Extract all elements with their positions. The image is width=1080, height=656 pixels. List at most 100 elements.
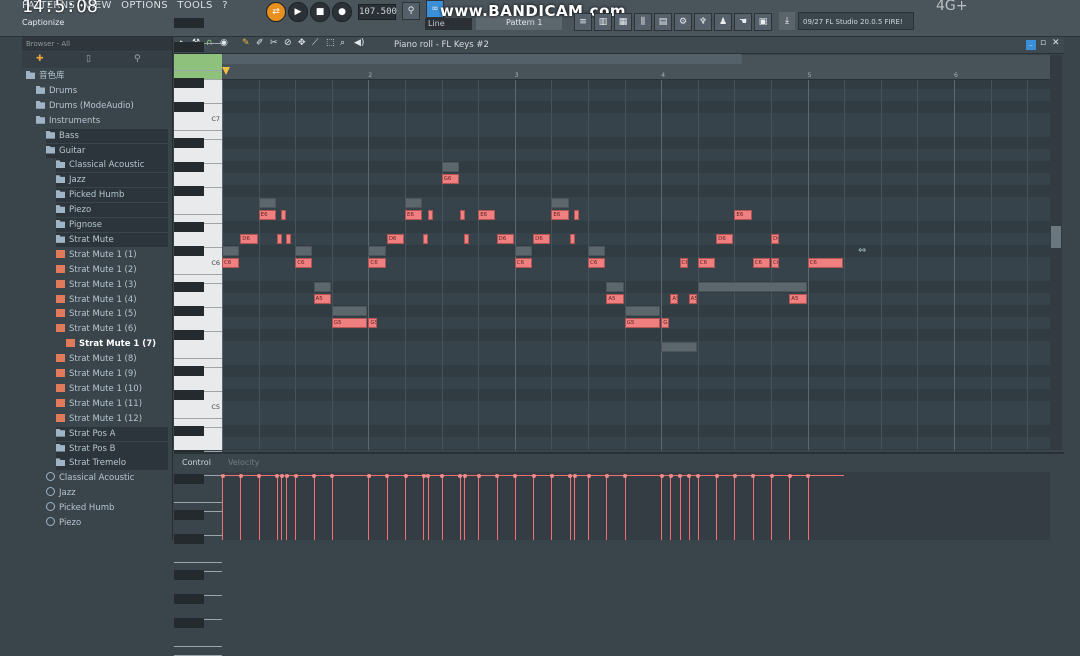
playlist-button[interactable]: ≡ xyxy=(574,13,592,31)
white-key[interactable] xyxy=(174,341,222,359)
black-key[interactable] xyxy=(174,618,204,628)
velocity-handle[interactable] xyxy=(312,474,316,478)
velocity-handle[interactable] xyxy=(787,474,792,478)
clipboard-button[interactable]: ▣ xyxy=(754,13,772,31)
white-key[interactable] xyxy=(174,53,222,71)
browser-preset[interactable]: Strat Mute 1 (6) xyxy=(56,322,168,336)
note[interactable]: C6 xyxy=(368,258,386,268)
velocity-handle[interactable] xyxy=(714,474,719,478)
black-key[interactable] xyxy=(174,594,204,604)
velocity-bar[interactable] xyxy=(551,476,553,540)
note[interactable] xyxy=(574,210,580,220)
note[interactable]: G5 xyxy=(661,318,670,328)
velocity-handle[interactable] xyxy=(668,474,673,478)
black-key[interactable] xyxy=(174,570,204,580)
note[interactable]: C6 xyxy=(588,258,606,268)
note[interactable]: C6 xyxy=(807,258,844,268)
file-icon[interactable]: ▯ xyxy=(86,54,91,64)
black-key[interactable] xyxy=(174,102,204,112)
velocity-bar[interactable] xyxy=(588,476,589,540)
velocity-bar[interactable] xyxy=(606,476,608,540)
note[interactable] xyxy=(459,210,465,220)
mute-tool-icon[interactable]: ⊘ xyxy=(284,38,292,48)
velocity-handle[interactable] xyxy=(293,474,298,478)
black-key[interactable] xyxy=(174,222,204,232)
brush-icon[interactable]: ✐ xyxy=(256,38,264,48)
piano-keyboard[interactable]: C7 C6 C5 xyxy=(174,18,222,656)
velocity-bar[interactable] xyxy=(624,476,626,540)
note[interactable]: D6 xyxy=(496,234,514,244)
velocity-lane[interactable] xyxy=(220,472,1050,540)
velocity-bar[interactable] xyxy=(496,476,498,540)
velocity-bar[interactable] xyxy=(533,476,535,540)
velocity-bar[interactable] xyxy=(464,476,466,540)
black-key[interactable] xyxy=(174,306,204,316)
velocity-handle[interactable] xyxy=(462,474,467,478)
browser-folder[interactable]: Strat Mute xyxy=(56,232,168,247)
velocity-handle[interactable] xyxy=(330,474,335,478)
note[interactable]: E6 xyxy=(405,210,423,220)
black-key[interactable] xyxy=(174,534,204,544)
white-key[interactable] xyxy=(174,629,222,647)
velocity-bar[interactable] xyxy=(459,476,461,540)
browser-folder[interactable]: Jazz xyxy=(56,173,168,188)
velocity-bar[interactable] xyxy=(716,476,718,540)
plugin-button[interactable]: ⚙ xyxy=(674,13,692,31)
velocity-bar[interactable] xyxy=(441,476,443,540)
velocity-bar[interactable] xyxy=(574,476,576,540)
velocity-bar[interactable] xyxy=(295,476,297,540)
velocity-bar[interactable] xyxy=(734,476,736,540)
slip-tool-icon[interactable]: ✥ xyxy=(298,38,306,48)
velocity-handle[interactable] xyxy=(732,474,737,478)
browser-preset[interactable]: Strat Mute 1 (9) xyxy=(56,367,168,381)
white-key[interactable] xyxy=(174,485,222,503)
stop-button[interactable]: ■ xyxy=(310,2,330,22)
note[interactable]: D6 xyxy=(533,234,551,244)
slice-tool-icon[interactable]: ⟋ xyxy=(312,38,318,48)
velocity-handle[interactable] xyxy=(751,474,756,478)
note[interactable]: G5 xyxy=(624,318,661,328)
vertical-scrollbar[interactable] xyxy=(1050,55,1062,450)
control-label[interactable]: Control xyxy=(182,458,211,467)
note[interactable]: A5 xyxy=(313,294,331,304)
note[interactable]: G5 xyxy=(331,318,368,328)
browser-preset[interactable]: Strat Mute 1 (5) xyxy=(56,307,168,321)
black-key[interactable] xyxy=(174,138,204,148)
velocity-bar[interactable] xyxy=(670,476,672,540)
velocity-handle[interactable] xyxy=(659,474,664,478)
tempo-display[interactable]: 107.500 xyxy=(358,4,397,20)
browser-folder[interactable]: Drums (ModeAudio) xyxy=(36,99,168,113)
browser-folder[interactable]: Bass xyxy=(46,128,168,143)
minimize-icon[interactable]: – xyxy=(1026,40,1036,50)
browser-preset[interactable]: Strat Mute 1 (2) xyxy=(56,263,168,277)
browser-folder[interactable]: Strat Pos A xyxy=(56,426,168,441)
velocity-bar[interactable] xyxy=(789,476,791,540)
velocity-bar[interactable] xyxy=(368,476,370,540)
menu-tools[interactable]: TOOLS xyxy=(177,0,212,11)
note[interactable]: G5 xyxy=(368,318,377,328)
note[interactable]: A5 xyxy=(789,294,807,304)
velocity-bar[interactable] xyxy=(276,476,278,540)
pencil-icon[interactable]: ✎ xyxy=(242,38,250,48)
note[interactable]: C6 xyxy=(771,258,780,268)
velocity-bar[interactable] xyxy=(807,476,809,540)
browser-folder[interactable]: Instruments xyxy=(36,114,168,128)
menu-help[interactable]: ? xyxy=(222,0,228,11)
browser-plugin[interactable]: Classical Acoustic xyxy=(46,471,168,485)
browser-folder[interactable]: Pignose xyxy=(56,218,168,232)
play-button[interactable]: ▶ xyxy=(288,2,308,22)
channel-rack-button[interactable]: ▦ xyxy=(614,13,632,31)
velocity-handle[interactable] xyxy=(421,474,426,478)
vertical-scroll-thumb[interactable] xyxy=(1051,226,1061,248)
record-button[interactable]: ● xyxy=(332,2,352,22)
note[interactable] xyxy=(427,210,433,220)
black-key[interactable] xyxy=(174,390,204,400)
browser-preset[interactable]: Strat Mute 1 (8) xyxy=(56,352,168,366)
velocity-handle[interactable] xyxy=(275,474,280,478)
black-key[interactable] xyxy=(174,18,204,28)
browser-preset[interactable]: Strat Mute 1 (4) xyxy=(56,293,168,307)
browser-folder[interactable]: Classical Acoustic xyxy=(56,158,168,173)
browser-folder[interactable]: Drums xyxy=(36,84,168,98)
note[interactable]: C6 xyxy=(679,258,688,268)
velocity-handle[interactable] xyxy=(440,474,445,478)
